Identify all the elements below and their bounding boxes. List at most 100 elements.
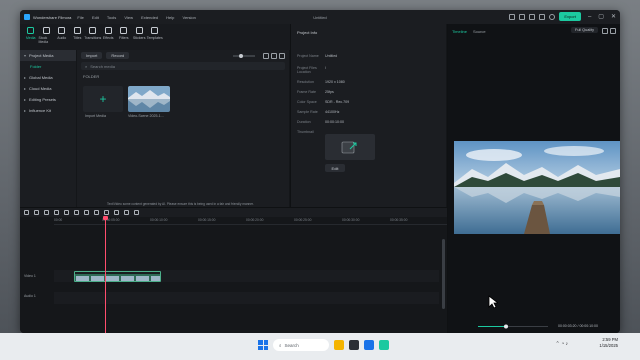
tab-timeline[interactable]: Timeline [452,29,467,34]
sidebar-item-project-media[interactable]: ▾ Project Media [20,50,76,61]
speed-icon[interactable] [104,210,109,215]
color-icon[interactable] [124,210,129,215]
snapshot-icon[interactable] [602,28,608,34]
menu-edit[interactable]: Edit [92,15,99,20]
gift-icon[interactable] [539,13,546,20]
sidebar-item-folder[interactable]: Folder [20,61,76,72]
tab-audio[interactable]: Audio [54,24,70,40]
fullscreen-icon[interactable] [610,28,616,34]
close-icon[interactable]: ✕ [611,13,616,20]
plus-icon: + [99,92,107,106]
sidebar-item-label: Folder [30,64,42,69]
tab-stock-media[interactable]: Stock Media [39,24,55,44]
info-value: SDR - Rec.709 [325,100,350,104]
search-icon: ⌕ [85,63,88,69]
tab-transitions[interactable]: Transitions [84,24,102,40]
filmora-taskbar-icon[interactable] [379,340,389,350]
menu-file[interactable]: File [77,15,83,20]
ruler-tick: 00:00:20:00 [246,218,264,222]
timeline-ruler: 00:00 00:00:05:00 00:00:10:00 00:00:15:0… [54,217,447,225]
info-key: Duration [297,120,311,124]
audio-mixer-icon[interactable] [134,210,139,215]
current-time: 00:00:03:20 [558,324,577,328]
import-tile-label: Import Media [85,114,106,118]
crop-icon[interactable] [84,210,89,215]
tab-templates[interactable]: Templates [147,24,163,40]
transitions-icon [89,27,97,34]
info-key: Thumbnail [297,130,314,134]
sidebar-item-cloud-media[interactable]: ▸ Cloud Media [20,83,76,94]
maximize-icon[interactable]: ▢ [598,13,604,20]
search-input[interactable]: ⌕ Search media [81,62,285,70]
record-dropdown[interactable]: Record [106,52,130,59]
grid-view-icon[interactable] [271,53,277,59]
file-explorer-icon[interactable] [334,340,344,350]
ai-tools-icon[interactable] [114,210,119,215]
tab-filters[interactable]: Filters [116,24,132,40]
ruler-tick: 00:00:10:00 [150,218,168,222]
quality-dropdown[interactable]: Full Quality [571,27,598,33]
tab-media[interactable]: Media [23,24,39,40]
redo-icon[interactable] [54,210,59,215]
tab-source[interactable]: Source [473,29,486,34]
taskbar-clock[interactable]: 2:59 PM 1/15/2025 [599,337,618,349]
sidebar-item-editing-presets[interactable]: ▸ Editing Presets [20,94,76,105]
tab-label: Titles [73,36,82,40]
tab-titles[interactable]: Titles [70,24,86,40]
templates-icon [151,27,159,34]
menu-tools[interactable]: Tools [107,15,116,20]
edge-icon[interactable] [364,340,374,350]
video-clip[interactable] [74,271,161,282]
layout-icon[interactable] [24,210,29,215]
terminal-icon[interactable] [349,340,359,350]
system-tray-icons[interactable]: ⌃ ◔ ♪ [556,341,569,347]
info-key: Sample Rate [297,110,318,114]
playhead[interactable] [105,217,106,333]
zoom-slider[interactable] [233,53,261,59]
tab-effects[interactable]: Effects [101,24,117,40]
export-button[interactable]: Export [559,12,581,21]
playhead-handle[interactable] [103,216,108,220]
windows-taskbar: ⌕ Search ⌃ ◔ ♪ 2:59 PM 1/15/2025 [0,333,640,360]
taskbar-search-input[interactable]: ⌕ Search [273,339,329,351]
audio-track[interactable] [54,292,439,304]
track-header-audio: Audio 1 [20,294,54,298]
info-row: Duration 00:00:10:00 [297,120,447,124]
filter-icon[interactable] [263,53,269,59]
tab-label: Transitions [84,36,102,40]
delete-icon[interactable] [64,210,69,215]
menu-help[interactable]: Help [166,15,174,20]
tab-label: Effects [102,36,114,40]
asset-toolbar: Media Stock Media Audio Titles Transitio… [20,24,290,50]
playback-progress-bar[interactable] [478,324,548,329]
menu-extended[interactable]: Extended [141,15,158,20]
cloud-icon[interactable] [519,13,526,20]
avatar[interactable] [549,13,556,20]
media-clip-thumbnail[interactable] [128,86,170,112]
panel-title: Project Info [297,30,318,35]
import-media-tile[interactable]: + [83,86,123,112]
text-icon[interactable] [94,210,99,215]
timeline-vertical-scrollbar[interactable] [442,239,445,309]
notification-icon[interactable] [529,13,536,20]
info-value: / [325,66,326,70]
info-key: Color Space [297,100,317,104]
player-panel: Timeline Source Full Quality 00:00:03:20… [447,24,620,333]
edit-thumbnail-button[interactable]: Edit [325,164,345,172]
import-dropdown[interactable]: Import [81,52,103,59]
undo-icon[interactable] [44,210,49,215]
select-tool-icon[interactable] [34,210,39,215]
tab-stickers[interactable]: Stickers [132,24,148,40]
thumbnail-preview[interactable] [325,134,375,160]
sidebar-item-global-media[interactable]: ▸ Global Media [20,72,76,83]
more-icon[interactable] [279,53,285,59]
video-preview[interactable] [454,141,620,234]
minimize-icon[interactable]: – [588,14,591,20]
menu-view[interactable]: View [124,15,133,20]
windows-start-icon[interactable] [258,340,268,350]
split-icon[interactable] [74,210,79,215]
sidebar-item-influence-kit[interactable]: ▸ Influence Kit [20,105,76,116]
screenshot-icon[interactable] [509,13,516,20]
menu-version[interactable]: Version [183,15,196,20]
tab-label: Templates [146,36,163,40]
